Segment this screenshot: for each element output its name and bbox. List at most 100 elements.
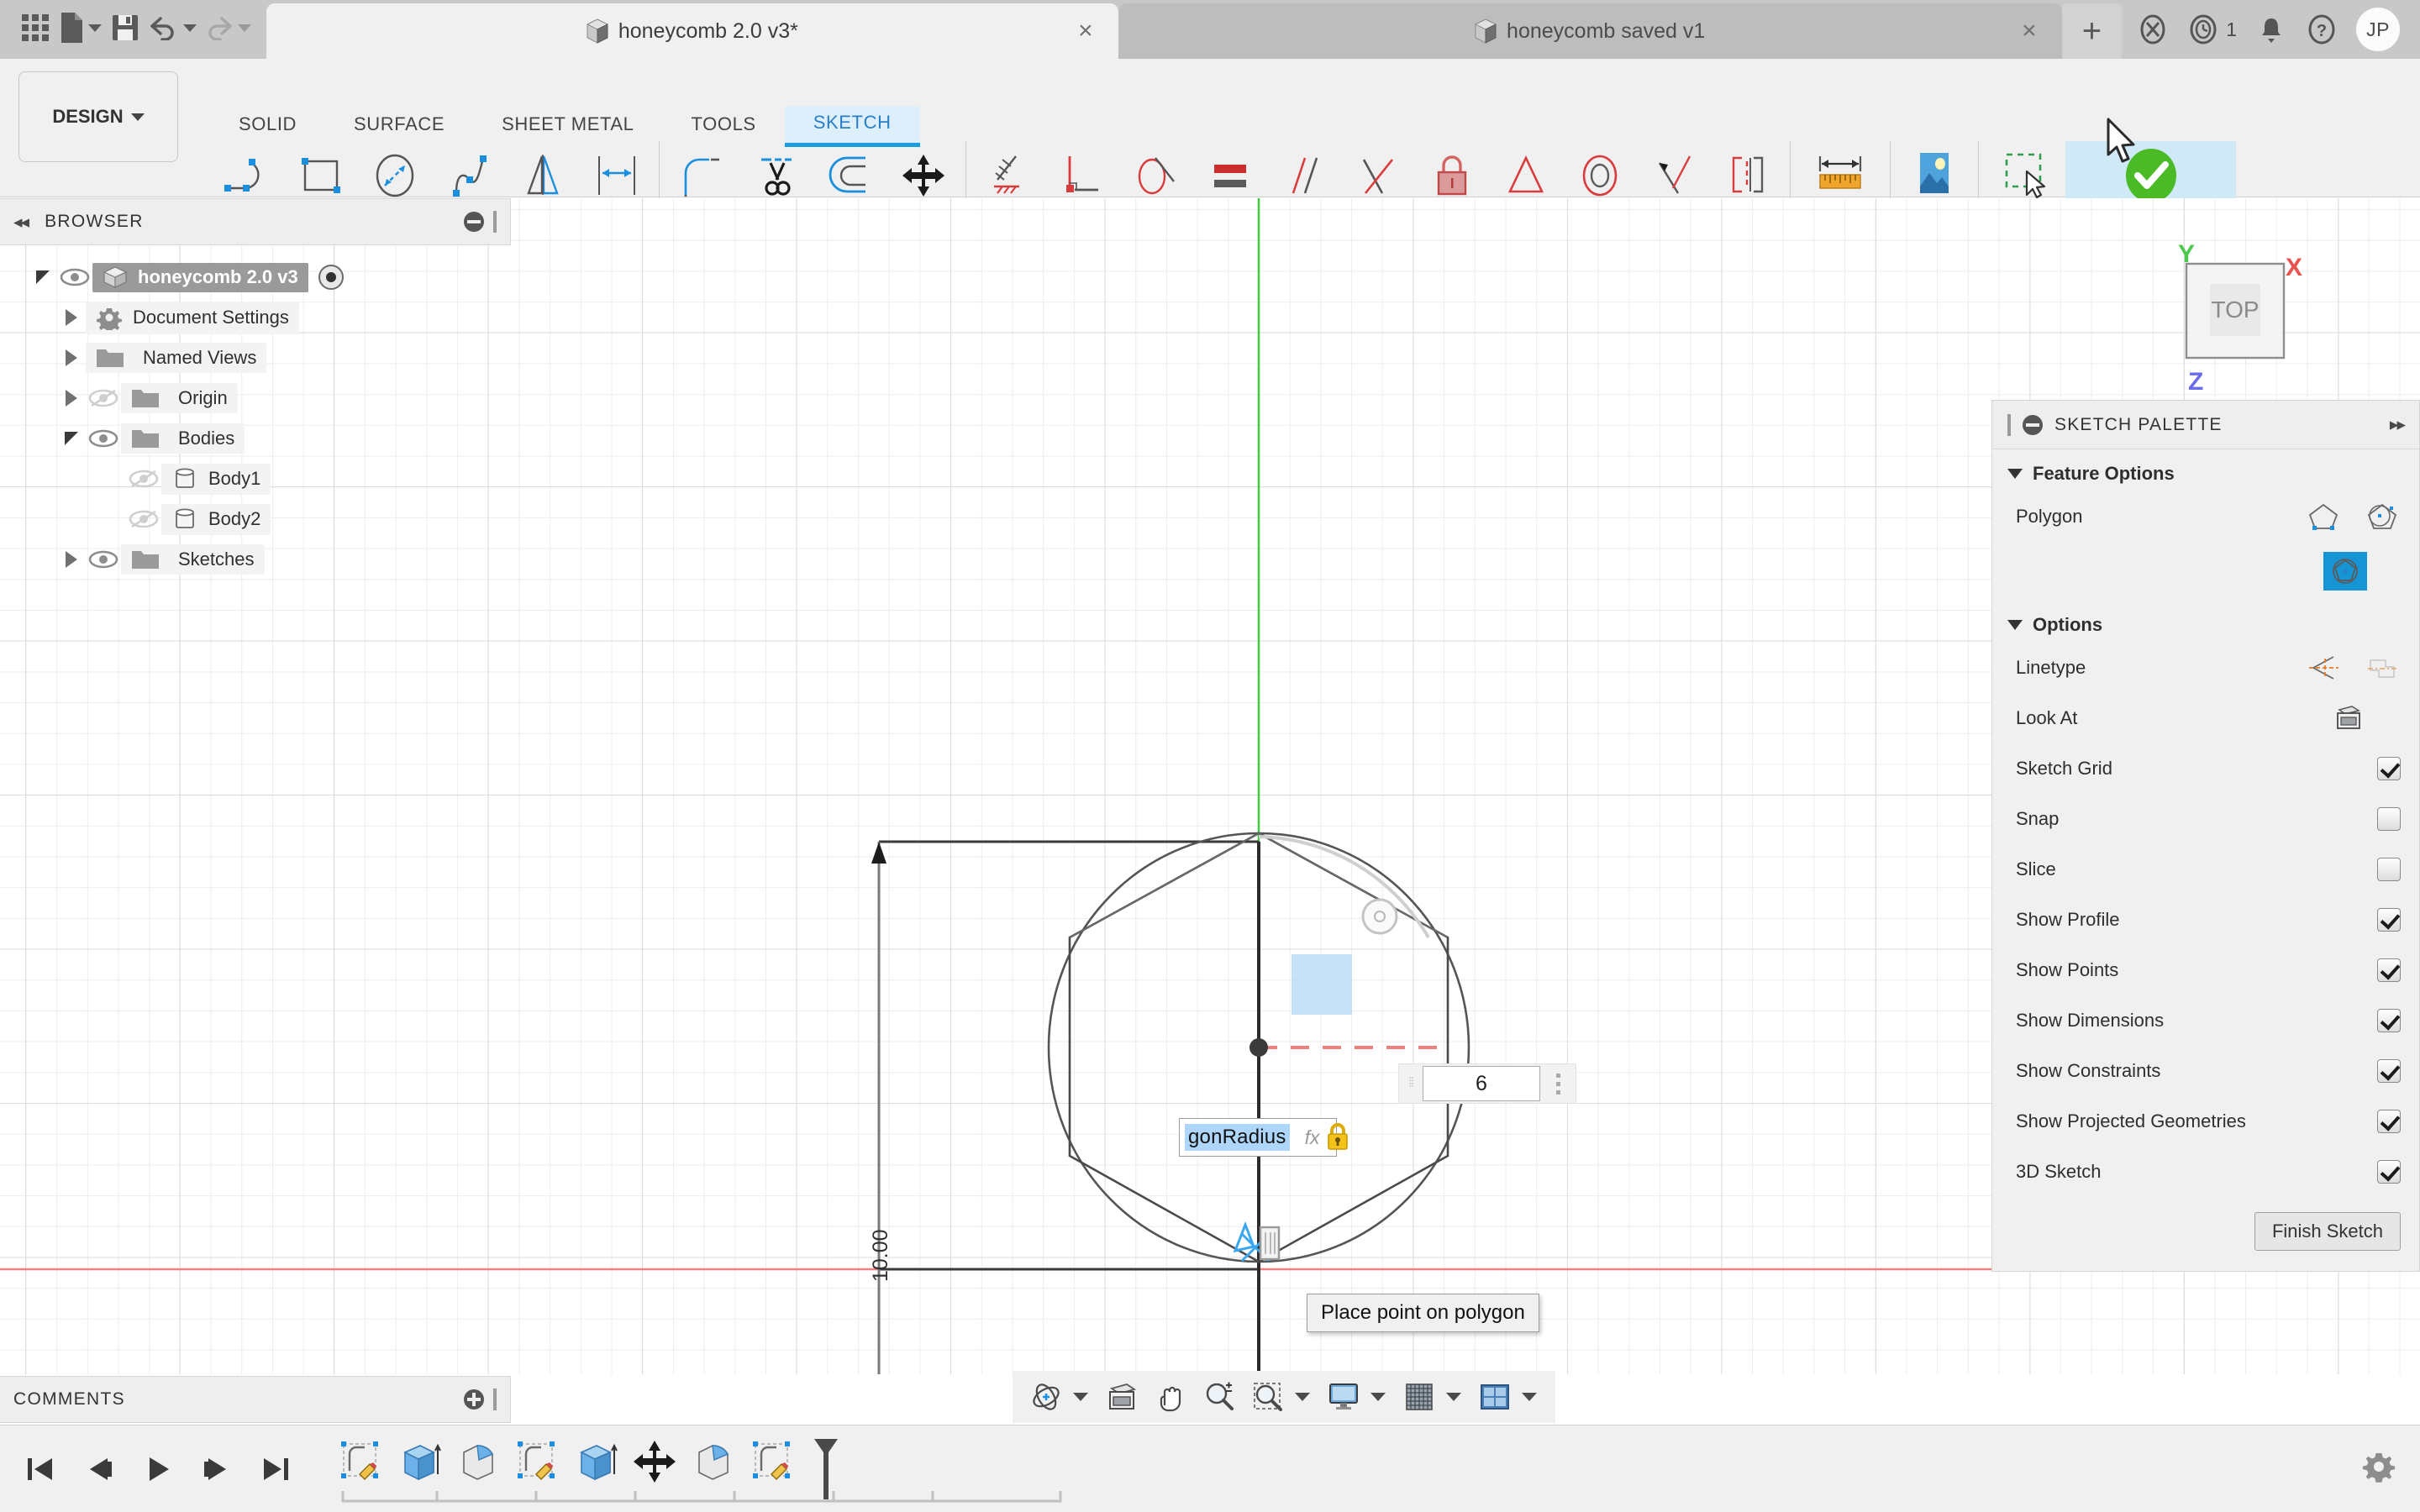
look-at-icon[interactable] xyxy=(2330,701,2367,735)
dimension-value[interactable]: 10.00 xyxy=(869,1229,893,1282)
circumscribed-polygon-icon[interactable] xyxy=(2323,552,2367,591)
step-forward-icon[interactable] xyxy=(200,1452,234,1486)
centerline-icon[interactable] xyxy=(2364,651,2401,685)
timeline-fillet-icon[interactable] xyxy=(689,1437,738,1486)
panel-resize-grip[interactable] xyxy=(493,1389,497,1410)
lock-icon[interactable] xyxy=(1325,1122,1350,1151)
redo-icon[interactable] xyxy=(203,6,251,50)
visibility-eye-icon[interactable] xyxy=(57,268,92,286)
step-back-icon[interactable] xyxy=(82,1452,116,1486)
show-profile-checkbox[interactable] xyxy=(2377,908,2401,932)
job-status-clock-icon[interactable] xyxy=(2187,13,2219,45)
slice-checkbox[interactable] xyxy=(2377,858,2401,881)
show-projected-geometries-checkbox[interactable] xyxy=(2377,1110,2401,1133)
app-grid-icon[interactable] xyxy=(18,6,52,50)
play-icon[interactable] xyxy=(141,1452,175,1486)
show-dimensions-checkbox[interactable] xyxy=(2377,1009,2401,1032)
avatar[interactable]: JP xyxy=(2356,8,2400,51)
grid-snaps-icon[interactable] xyxy=(1396,1373,1443,1420)
3d-sketch-checkbox[interactable] xyxy=(2377,1160,2401,1184)
viewports-dropdown-icon[interactable] xyxy=(1522,1393,1537,1401)
section-options[interactable]: Options xyxy=(1992,601,2419,643)
document-tab-active[interactable]: honeycomb 2.0 v3* × xyxy=(266,3,1118,59)
sketch-grid-checkbox[interactable] xyxy=(2377,757,2401,780)
close-tab-icon[interactable]: × xyxy=(2022,18,2037,44)
twisty-closed-icon[interactable] xyxy=(57,390,86,407)
save-icon[interactable] xyxy=(108,6,142,50)
notifications-bell-icon[interactable] xyxy=(2255,13,2287,45)
add-comment-icon[interactable] xyxy=(464,1389,484,1410)
tree-item-body1[interactable]: Body1 xyxy=(0,459,511,499)
tree-item-origin[interactable]: Origin xyxy=(0,378,511,418)
radius-parameter-value[interactable]: gonRadius xyxy=(1185,1124,1290,1151)
undo-icon[interactable] xyxy=(149,6,197,50)
drag-handle-icon[interactable]: ⦙⦙ xyxy=(1399,1064,1423,1103)
comments-panel-header[interactable]: COMMENTS xyxy=(0,1376,511,1423)
go-to-beginning-icon[interactable] xyxy=(24,1452,57,1486)
polygon-sides-input[interactable]: 6 xyxy=(1423,1066,1540,1101)
snap-checkbox[interactable] xyxy=(2377,807,2401,831)
visibility-eye-hidden-icon[interactable] xyxy=(86,389,121,407)
show-points-checkbox[interactable] xyxy=(2377,958,2401,982)
twisty-closed-icon[interactable] xyxy=(57,551,86,568)
visibility-eye-icon[interactable] xyxy=(86,429,121,448)
tree-item-root[interactable]: honeycomb 2.0 v3 xyxy=(0,257,511,297)
grid-snaps-dropdown-icon[interactable] xyxy=(1446,1393,1461,1401)
tree-item-named-views[interactable]: Named Views xyxy=(0,338,511,378)
radius-parameter-input[interactable]: gonRadius fx xyxy=(1179,1118,1338,1157)
close-tab-icon[interactable]: × xyxy=(1078,18,1093,44)
visibility-eye-icon[interactable] xyxy=(86,550,121,569)
display-settings-icon[interactable] xyxy=(1320,1373,1367,1420)
section-feature-options[interactable]: Feature Options xyxy=(1992,449,2419,491)
zoom-window-dropdown-icon[interactable] xyxy=(1295,1393,1310,1401)
look-at-icon[interactable] xyxy=(1098,1373,1145,1420)
minimize-palette-icon[interactable] xyxy=(2023,414,2043,435)
inscribed-polygon-icon[interactable] xyxy=(2364,500,2401,533)
timeline-move-icon[interactable] xyxy=(630,1437,679,1486)
construction-line-icon[interactable] xyxy=(2305,651,2342,685)
orbit-icon[interactable] xyxy=(1023,1373,1070,1420)
extensions-icon[interactable] xyxy=(2137,13,2169,45)
zoom-icon[interactable] xyxy=(1196,1373,1243,1420)
help-icon[interactable]: ? xyxy=(2306,13,2338,45)
more-options-icon[interactable] xyxy=(1540,1064,1576,1103)
timeline-sketch-icon[interactable] xyxy=(513,1437,561,1486)
document-tab-inactive[interactable]: honeycomb saved v1 × xyxy=(1118,3,2062,59)
panel-resize-grip[interactable] xyxy=(493,211,497,233)
workspace-switcher-button[interactable]: DESIGN xyxy=(18,71,178,162)
view-cube[interactable]: TOP Y X Z xyxy=(2136,232,2321,400)
timeline-fillet-icon[interactable] xyxy=(454,1437,502,1486)
timeline-sketch-icon[interactable] xyxy=(336,1437,385,1486)
pan-icon[interactable] xyxy=(1147,1373,1194,1420)
timeline-settings-gear-icon[interactable] xyxy=(2361,1449,2420,1488)
display-settings-dropdown-icon[interactable] xyxy=(1370,1393,1386,1401)
tree-item-body2[interactable]: Body2 xyxy=(0,499,511,539)
palette-drag-grip[interactable] xyxy=(2007,413,2011,436)
twisty-closed-icon[interactable] xyxy=(57,349,86,366)
tree-item-sketches[interactable]: Sketches xyxy=(0,539,511,580)
expand-palette-icon[interactable]: ▸▸ xyxy=(2390,414,2406,435)
edge-polygon-icon[interactable] xyxy=(2305,500,2342,533)
new-tab-button[interactable]: + xyxy=(2061,3,2123,59)
tree-item-bodies[interactable]: Bodies xyxy=(0,418,511,459)
collapse-browser-icon[interactable]: ◂◂ xyxy=(13,212,29,233)
tree-item-document-settings[interactable]: Document Settings xyxy=(0,297,511,338)
timeline-sketch-icon[interactable] xyxy=(748,1437,797,1486)
activate-component-radio[interactable] xyxy=(318,265,344,290)
new-file-icon[interactable] xyxy=(59,6,102,50)
viewports-icon[interactable] xyxy=(1471,1373,1518,1420)
twisty-closed-icon[interactable] xyxy=(57,309,86,326)
visibility-eye-hidden-icon[interactable] xyxy=(126,470,161,488)
orbit-dropdown-icon[interactable] xyxy=(1073,1393,1088,1401)
twisty-open-icon[interactable] xyxy=(29,270,57,284)
polygon-sides-widget[interactable]: ⦙⦙ 6 xyxy=(1398,1063,1576,1104)
finish-sketch-button[interactable]: Finish Sketch xyxy=(2254,1212,2401,1251)
zoom-window-icon[interactable] xyxy=(1244,1373,1292,1420)
visibility-eye-hidden-icon[interactable] xyxy=(126,510,161,528)
twisty-open-icon[interactable] xyxy=(57,432,86,445)
timeline-extrude-icon[interactable] xyxy=(571,1437,620,1486)
go-to-end-icon[interactable] xyxy=(259,1452,292,1486)
minimize-panel-icon[interactable] xyxy=(464,212,484,232)
show-constraints-checkbox[interactable] xyxy=(2377,1059,2401,1083)
timeline-extrude-icon[interactable] xyxy=(395,1437,444,1486)
